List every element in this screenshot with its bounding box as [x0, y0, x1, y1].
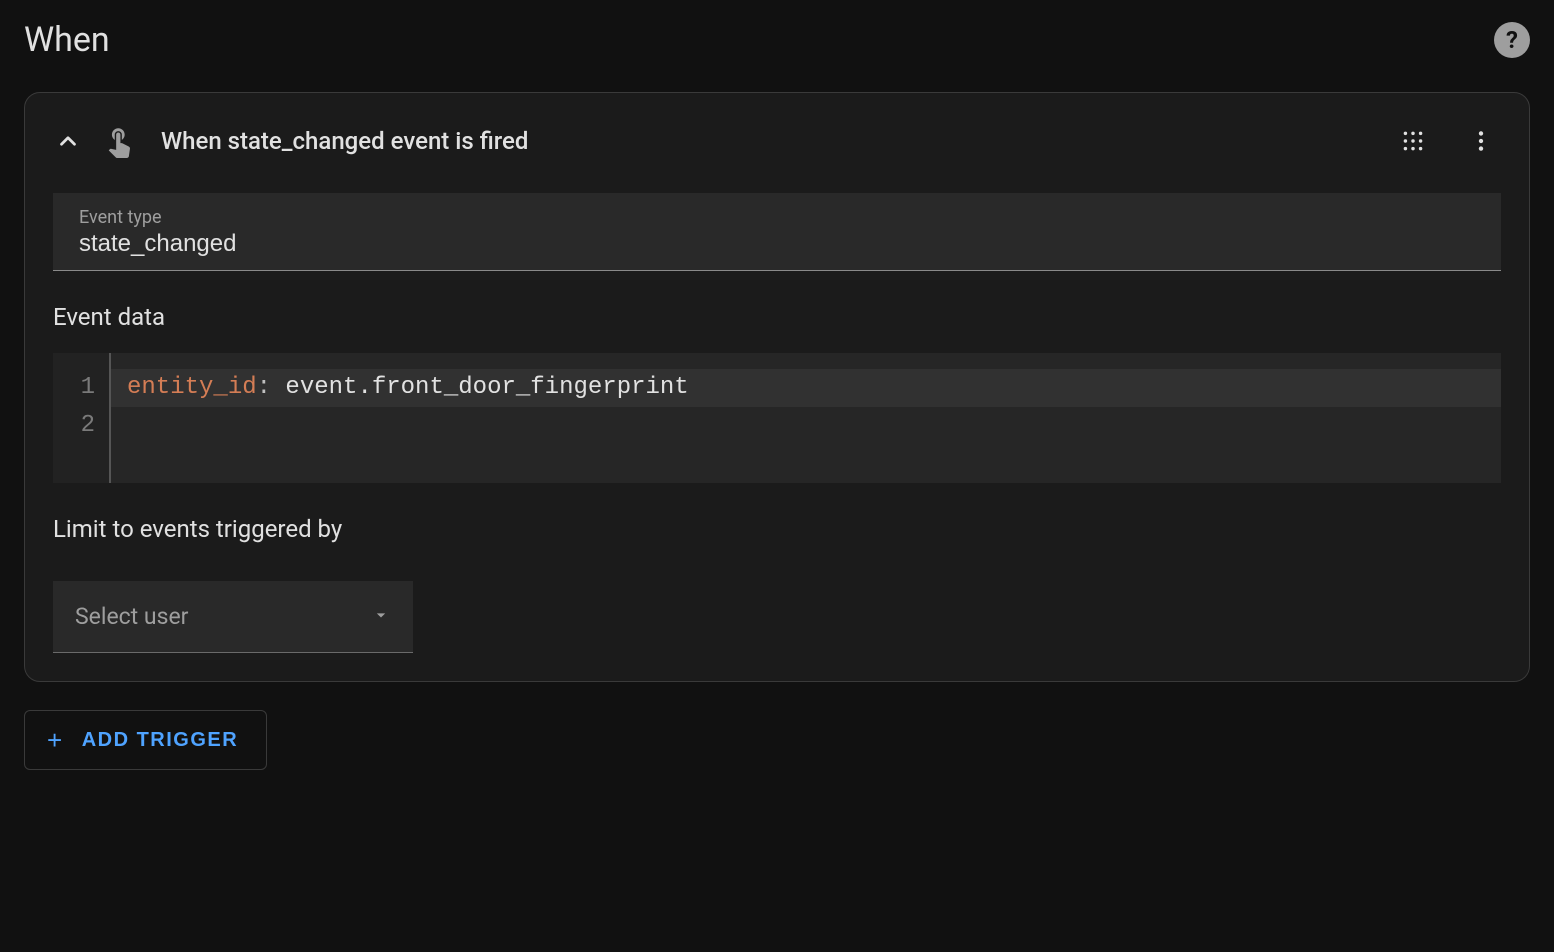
section-header: When ?: [24, 20, 1530, 60]
chevron-up-icon[interactable]: [53, 126, 83, 156]
add-trigger-label: ADD TRIGGER: [82, 729, 239, 752]
help-icon[interactable]: ?: [1494, 22, 1530, 58]
section-title: When: [24, 20, 110, 60]
code-line-2[interactable]: [127, 407, 1485, 445]
touch-app-icon: [101, 123, 137, 159]
code-gutter: 1 2: [53, 353, 109, 483]
event-type-input[interactable]: [79, 230, 1475, 258]
event-type-field[interactable]: Event type: [53, 193, 1501, 271]
code-area[interactable]: entity_id: event.front_door_fingerprint: [109, 353, 1501, 483]
user-select-placeholder: Select user: [75, 603, 188, 630]
gutter-line-2: 2: [63, 407, 95, 445]
event-data-label: Event data: [53, 303, 1501, 331]
trigger-title: When state_changed event is fired: [161, 127, 1393, 155]
trigger-card: When state_changed event is fired Event …: [24, 92, 1530, 682]
trigger-card-header: When state_changed event is fired: [53, 93, 1501, 189]
yaml-colon: :: [257, 374, 271, 401]
event-type-label: Event type: [79, 207, 1475, 228]
code-line-1[interactable]: entity_id: event.front_door_fingerprint: [111, 369, 1501, 407]
yaml-value: event.front_door_fingerprint: [271, 374, 689, 401]
more-vert-icon[interactable]: [1461, 121, 1501, 161]
plus-icon: +: [47, 727, 64, 753]
yaml-key: entity_id: [127, 374, 257, 401]
drag-handle-icon[interactable]: [1393, 121, 1433, 161]
user-select[interactable]: Select user: [53, 581, 413, 653]
add-trigger-button[interactable]: + ADD TRIGGER: [24, 710, 267, 770]
limit-label: Limit to events triggered by: [53, 515, 1501, 543]
card-header-actions: [1393, 121, 1501, 161]
caret-down-icon: [371, 605, 391, 629]
event-data-editor[interactable]: 1 2 entity_id: event.front_door_fingerpr…: [53, 353, 1501, 483]
gutter-line-1: 1: [63, 369, 95, 407]
